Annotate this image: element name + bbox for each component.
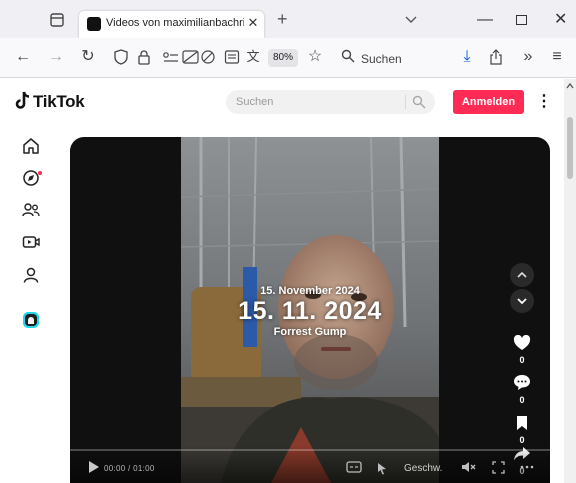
logo-text: TikTok — [33, 92, 85, 111]
overlay-subtitle: Forrest Gump — [273, 326, 347, 338]
login-button[interactable]: Anmelden — [453, 90, 524, 114]
tab-list-icon[interactable] — [47, 10, 67, 30]
page-scrollbar[interactable] — [564, 79, 576, 483]
tiktok-favicon-icon — [87, 17, 101, 31]
notification-dot — [38, 171, 42, 175]
bookmark-star-icon[interactable]: ☆ — [306, 46, 324, 68]
like-button[interactable]: 0 — [511, 335, 533, 365]
save-button[interactable]: 0 — [511, 415, 533, 445]
browser-search-label: Suchen — [361, 52, 402, 66]
tiktok-page: TikTok Anmelden ⋮ — [0, 79, 576, 483]
chevron-down-icon[interactable] — [404, 14, 418, 26]
overflow-chevron-icon[interactable]: » — [520, 46, 536, 68]
live-icon[interactable] — [22, 233, 40, 251]
new-tab-icon[interactable]: + — [277, 10, 288, 28]
fullscreen-icon[interactable] — [492, 461, 505, 474]
window-maximize-icon[interactable] — [516, 15, 527, 25]
navigation-toolbar: ← → ↻ 文 80% ☆ Suchen ⤓ » ≡ — [0, 38, 576, 78]
like-count: 0 — [519, 355, 525, 365]
tiktok-search-bar — [226, 90, 435, 114]
player-controls: 00:00 / 01:00 Geschw. — [70, 445, 550, 483]
captions-icon[interactable] — [346, 461, 362, 473]
search-divider — [405, 95, 406, 109]
tab-title: Videos von maximilianbachring — [106, 17, 244, 29]
scrollbar-thumb[interactable] — [567, 117, 573, 179]
heart-icon — [513, 335, 531, 350]
search-icon[interactable] — [412, 95, 426, 109]
zoom-level-badge[interactable]: 80% — [268, 49, 298, 67]
share-icon[interactable] — [489, 49, 503, 65]
overlay-date-big: 15. 11. 2024 — [238, 297, 382, 325]
reload-icon[interactable]: ↻ — [79, 46, 97, 68]
search-input[interactable] — [236, 92, 401, 112]
interactive-mode-icon[interactable] — [375, 461, 389, 475]
mute-icon[interactable] — [461, 461, 477, 473]
bookmark-icon — [517, 416, 527, 430]
playback-speed-button[interactable]: Geschw. — [404, 463, 442, 474]
previous-video-button[interactable] — [510, 263, 534, 287]
browser-tab-strip: Videos von maximilianbachring ✕ + — ✕ — [0, 0, 576, 38]
translate-icon[interactable]: 文 — [244, 46, 262, 68]
home-icon[interactable] — [22, 137, 40, 155]
window-minimize-icon[interactable]: — — [477, 11, 493, 29]
video-player[interactable]: 15. November 2024 15. 11. 2024 Forrest G… — [70, 137, 550, 483]
profile-icon[interactable] — [22, 266, 40, 284]
forward-icon[interactable]: → — [47, 46, 65, 68]
save-count: 0 — [519, 435, 525, 445]
search-icon — [341, 49, 355, 63]
more-options-icon[interactable]: ⋮ — [536, 91, 552, 113]
back-icon[interactable]: ← — [14, 46, 32, 68]
tab-close-icon[interactable]: ✕ — [246, 15, 260, 31]
comment-icon — [514, 375, 530, 390]
tiktok-note-icon — [15, 91, 30, 109]
window-close-icon[interactable]: ✕ — [554, 9, 567, 29]
permissions-icon[interactable] — [162, 50, 180, 64]
reader-view-icon[interactable] — [224, 49, 240, 65]
friends-avatar-icon[interactable] — [22, 311, 40, 329]
more-options-dots-icon[interactable] — [520, 465, 534, 469]
tiktok-logo[interactable]: TikTok — [15, 89, 105, 115]
downloads-icon[interactable]: ⤓ — [458, 46, 476, 68]
comment-button[interactable]: 0 — [511, 374, 533, 405]
following-icon[interactable] — [22, 201, 40, 219]
next-video-button[interactable] — [510, 289, 534, 313]
camera-blocked-icon[interactable] — [200, 49, 216, 65]
overlay-date-small: 15. November 2024 — [260, 285, 360, 297]
tracking-protection-icon[interactable] — [113, 49, 129, 65]
browser-search-field[interactable]: Suchen — [335, 45, 445, 71]
play-icon[interactable] — [88, 460, 100, 474]
playback-time: 00:00 / 01:00 — [104, 464, 155, 473]
chevron-up-icon — [517, 271, 527, 278]
video-overlay: 15. November 2024 15. 11. 2024 Forrest G… — [181, 137, 439, 483]
comment-count: 0 — [519, 395, 525, 405]
chevron-down-icon — [517, 298, 527, 305]
progress-bar[interactable] — [70, 449, 550, 451]
browser-tab-active[interactable]: Videos von maximilianbachring ✕ — [79, 11, 264, 38]
lock-icon[interactable] — [137, 49, 151, 65]
app-menu-icon[interactable]: ≡ — [549, 46, 565, 68]
autoplay-blocked-icon[interactable] — [182, 49, 199, 65]
scroll-up-icon[interactable] — [566, 82, 574, 90]
